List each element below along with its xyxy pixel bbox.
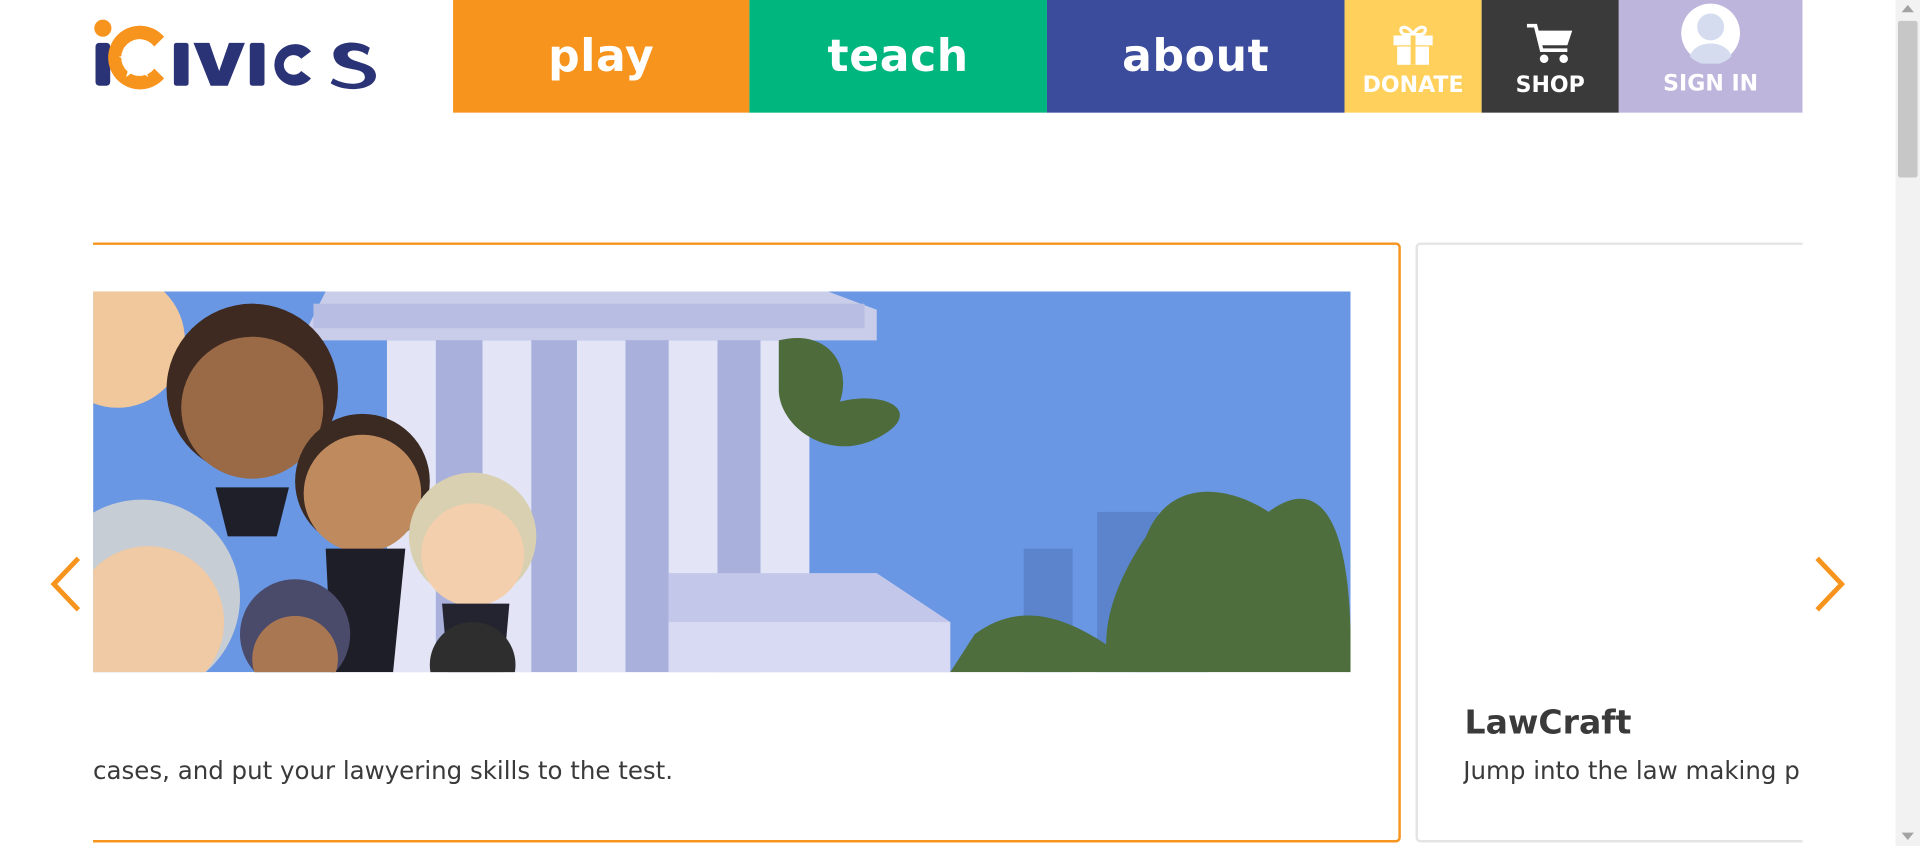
scrollbar-thumb[interactable] <box>1897 20 1918 178</box>
nav-teach[interactable]: teach <box>749 0 1047 113</box>
carousel-mask-right <box>1802 232 1896 846</box>
donate-button[interactable]: DONATE <box>1344 0 1482 113</box>
gift-icon <box>1393 25 1433 65</box>
chevron-right-icon <box>1815 556 1846 612</box>
donate-label: DONATE <box>1362 72 1464 98</box>
scroll-down-arrow[interactable] <box>1901 832 1914 841</box>
avatar-icon <box>1681 3 1741 64</box>
carousel-prev-button[interactable] <box>47 553 86 614</box>
shop-button[interactable]: SHOP <box>1481 0 1619 113</box>
sign-in-button[interactable]: SIGN IN <box>1618 0 1803 113</box>
lawcraft-title[interactable]: LawCraft <box>1465 704 1632 742</box>
shop-label: SHOP <box>1515 72 1585 98</box>
nav-play[interactable]: play <box>453 0 750 113</box>
carousel-next-button[interactable] <box>1810 553 1849 614</box>
carousel-mask-left <box>0 232 94 846</box>
game-card-lawcraft[interactable] <box>1415 242 1837 843</box>
sign-in-label: SIGN IN <box>1663 71 1759 97</box>
cart-icon <box>1526 23 1573 64</box>
nav-about[interactable]: about <box>1046 0 1345 113</box>
icivics-logo[interactable] <box>93 17 377 93</box>
game-card-image[interactable] <box>93 291 1351 673</box>
game-card-description: cases, and put your lawyering skills to … <box>93 755 674 785</box>
lawcraft-description: Jump into the law making p <box>1463 755 1800 785</box>
chevron-left-icon <box>50 556 81 612</box>
scroll-up-arrow[interactable] <box>1901 4 1914 13</box>
